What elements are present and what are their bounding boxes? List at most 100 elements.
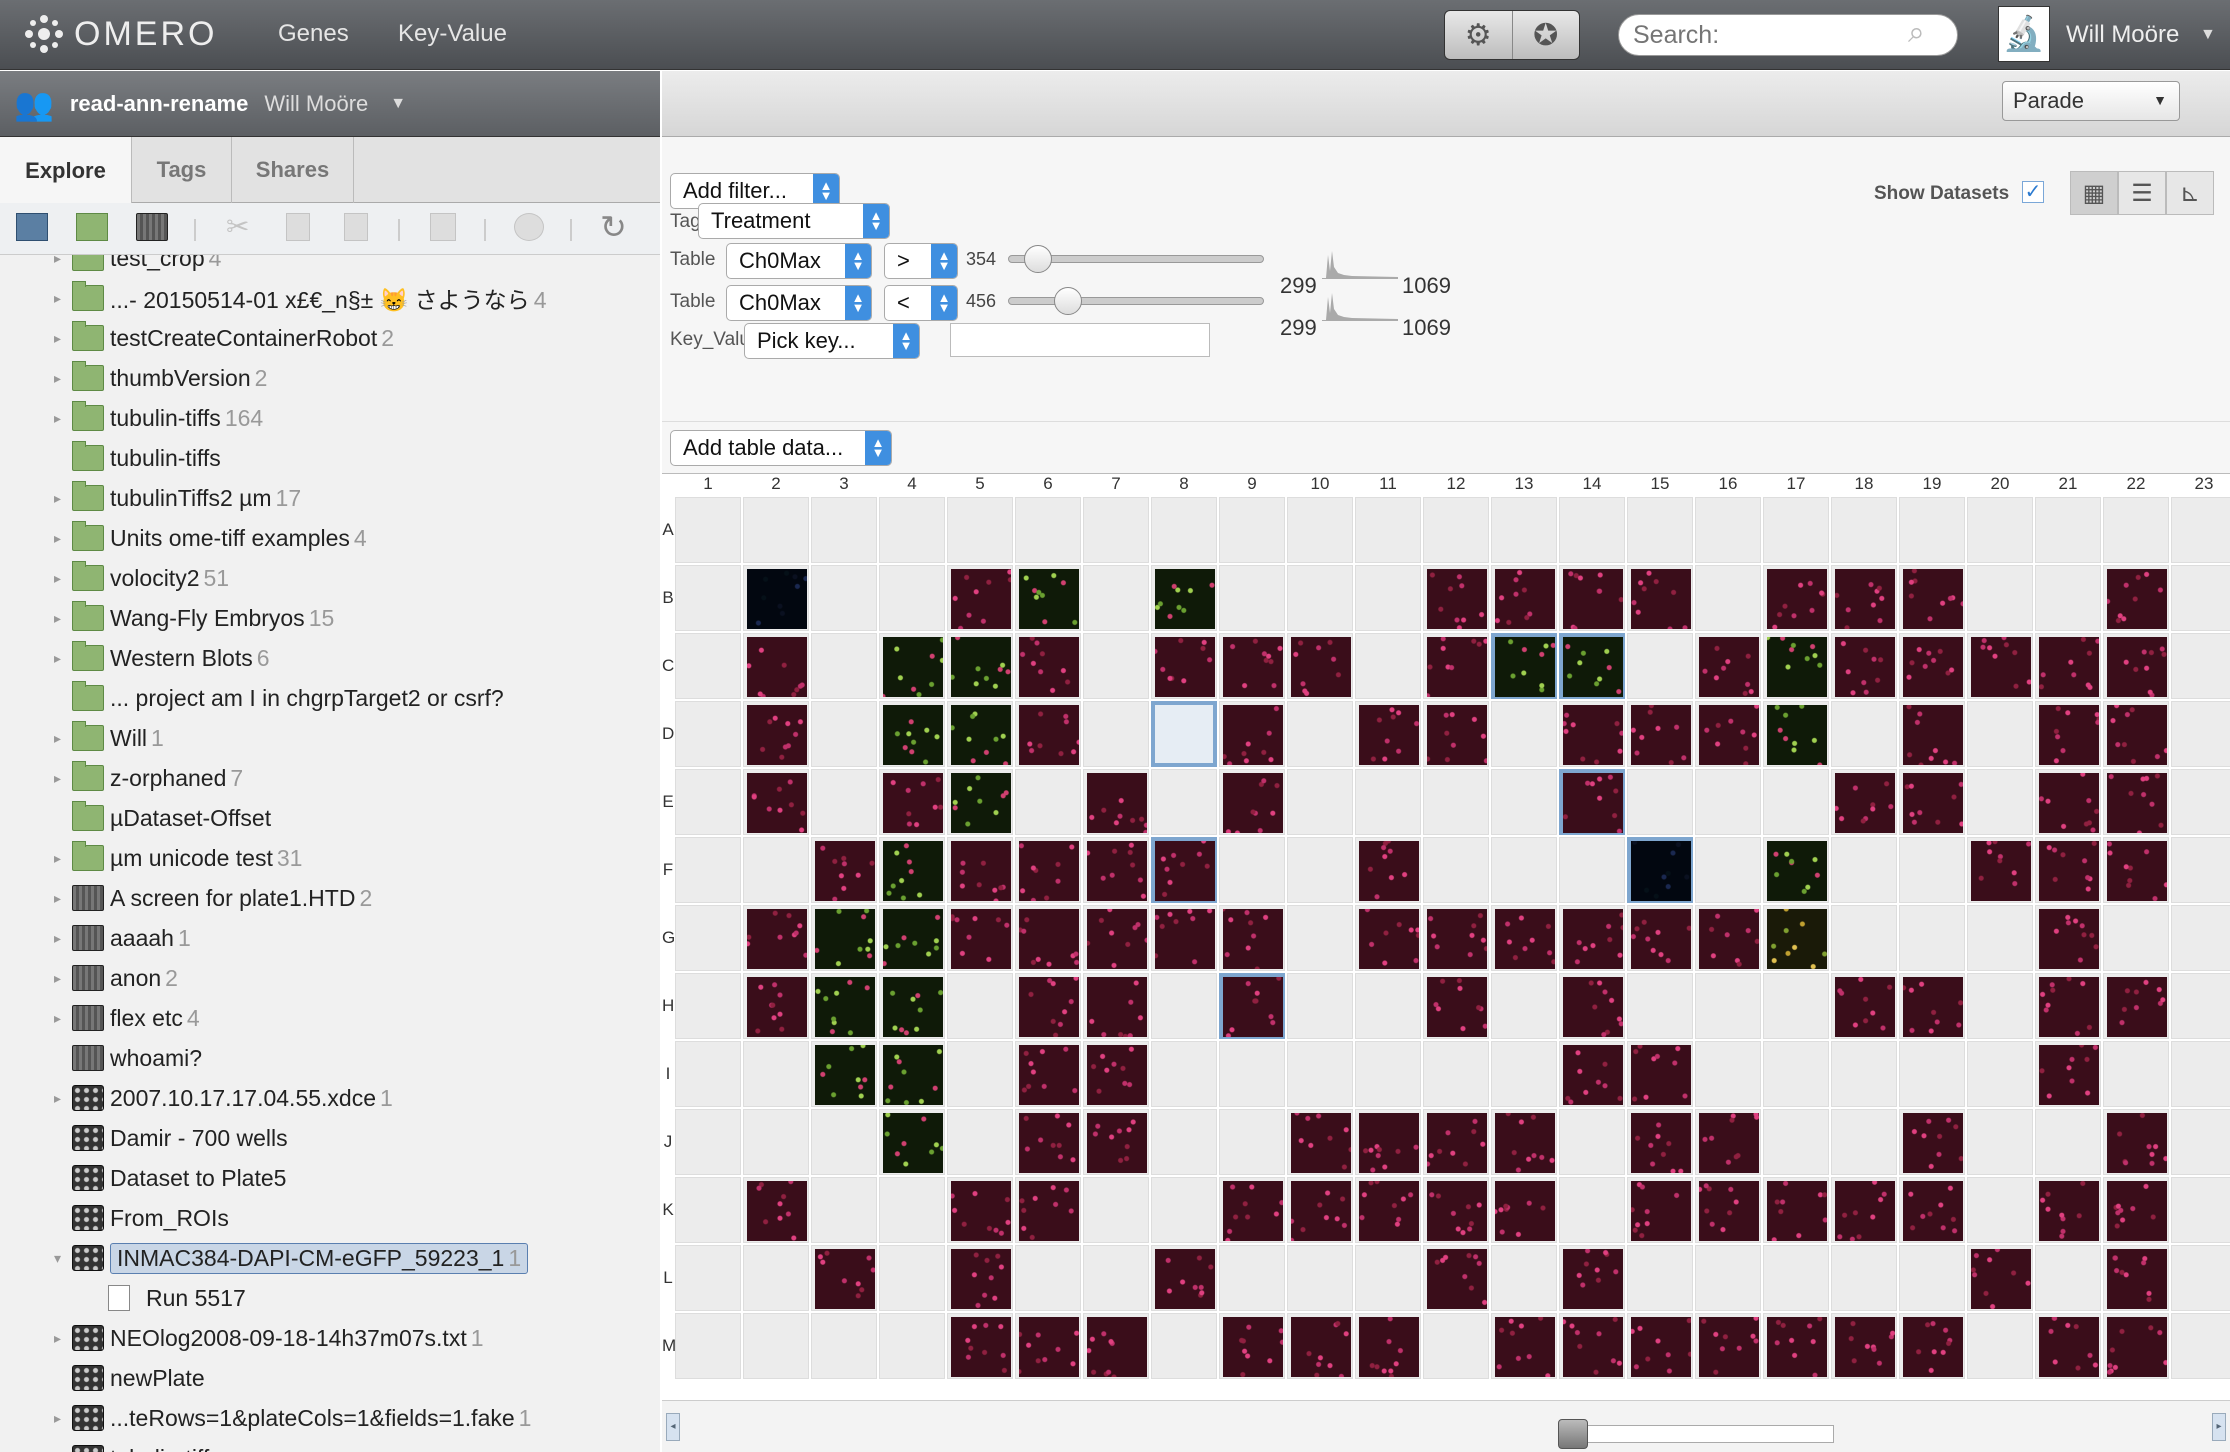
plate-well[interactable] (1219, 973, 1285, 1039)
plate-well[interactable] (1015, 1177, 1081, 1243)
plate-well[interactable] (1763, 1177, 1829, 1243)
plate-well[interactable] (743, 497, 809, 563)
tree-expand-icon[interactable]: ▸ (54, 890, 61, 907)
plate-well[interactable] (743, 701, 809, 767)
plate-well[interactable] (1899, 837, 1965, 903)
plate-well[interactable] (1355, 701, 1421, 767)
plate-well[interactable] (1151, 905, 1217, 971)
tree-item[interactable]: ▸ Units ome-tiff examples 4 (0, 521, 660, 555)
table-filter-1-column-select[interactable]: Ch0Max ▲ ▼ (726, 243, 872, 279)
plate-well[interactable] (1219, 565, 1285, 631)
public-globe-icon[interactable] (514, 213, 544, 241)
user-avatar-microscope-icon[interactable]: 🔬 (1998, 6, 2050, 62)
plate-well[interactable] (1763, 701, 1829, 767)
plate-well[interactable] (2103, 497, 2169, 563)
plate-well[interactable] (1491, 1041, 1557, 1107)
tree-expand-icon[interactable]: ▸ (54, 1330, 61, 1347)
plate-well[interactable] (675, 565, 741, 631)
plate-well[interactable] (2103, 565, 2169, 631)
plate-well[interactable] (1287, 1177, 1353, 1243)
plate-well[interactable] (1627, 973, 1693, 1039)
plate-well[interactable] (947, 973, 1013, 1039)
plate-well[interactable] (1627, 701, 1693, 767)
plate-well[interactable] (2103, 1313, 2169, 1379)
plate-well[interactable] (811, 1109, 877, 1175)
plate-well[interactable] (2171, 1109, 2230, 1175)
plate-well[interactable] (947, 701, 1013, 767)
plate-well[interactable] (947, 905, 1013, 971)
plate-well[interactable] (1831, 701, 1897, 767)
plate-well[interactable] (1015, 1041, 1081, 1107)
plate-well[interactable] (1831, 905, 1897, 971)
plate-well[interactable] (1015, 837, 1081, 903)
plate-well[interactable] (1219, 701, 1285, 767)
plate-well[interactable] (1287, 905, 1353, 971)
tree-item[interactable]: ▸ Wang-Fly Embryos 15 (0, 601, 660, 635)
plate-well[interactable] (1491, 973, 1557, 1039)
plate-well[interactable] (1695, 1245, 1761, 1311)
plate-well[interactable] (2035, 769, 2101, 835)
tree-expand-icon[interactable]: ▸ (54, 490, 61, 507)
plate-well[interactable] (1491, 1245, 1557, 1311)
plate-well[interactable] (1831, 1177, 1897, 1243)
plate-well[interactable] (675, 701, 741, 767)
plate-well[interactable] (1695, 1109, 1761, 1175)
plate-well[interactable] (1015, 1245, 1081, 1311)
plate-well[interactable] (1695, 497, 1761, 563)
plate-well[interactable] (1559, 837, 1625, 903)
plate-well[interactable] (1083, 769, 1149, 835)
plate-well[interactable] (1763, 769, 1829, 835)
plate-well[interactable] (1491, 633, 1557, 699)
tree-item[interactable]: Dataset to Plate5 (0, 1161, 660, 1195)
plate-well[interactable] (1559, 497, 1625, 563)
plate-well[interactable] (1831, 1245, 1897, 1311)
table-filter-2-slider[interactable] (1008, 297, 1264, 305)
plate-well[interactable] (2171, 1313, 2230, 1379)
tree-item[interactable]: newPlate (0, 1361, 660, 1395)
plate-well[interactable] (675, 1041, 741, 1107)
plate-well[interactable] (1763, 1041, 1829, 1107)
plate-well[interactable] (1899, 497, 1965, 563)
plate-well[interactable] (1763, 497, 1829, 563)
tree-expand-icon[interactable]: ▸ (54, 570, 61, 587)
new-project-folder-icon[interactable] (16, 213, 48, 241)
plate-well[interactable] (1967, 905, 2033, 971)
tree-item[interactable]: From_ROIs (0, 1201, 660, 1235)
plate-well[interactable] (947, 1313, 1013, 1379)
plate-well[interactable] (1355, 633, 1421, 699)
plate-well[interactable] (879, 633, 945, 699)
plate-well[interactable] (1287, 837, 1353, 903)
plate-well[interactable] (811, 497, 877, 563)
plate-well[interactable] (1219, 1313, 1285, 1379)
plate-well[interactable] (1763, 1313, 1829, 1379)
plate-well[interactable] (2035, 633, 2101, 699)
plate-well[interactable] (1967, 1109, 2033, 1175)
plate-well[interactable] (1015, 1313, 1081, 1379)
plate-well[interactable] (2103, 1245, 2169, 1311)
tree-item[interactable]: ▸ test_crop 4 (0, 255, 660, 275)
plate-well[interactable] (1559, 769, 1625, 835)
plate-well[interactable] (1491, 701, 1557, 767)
thumbnail-zoom-slider[interactable] (1562, 1425, 1834, 1443)
plate-well[interactable] (1559, 701, 1625, 767)
plate-well[interactable] (879, 905, 945, 971)
plate-well[interactable] (1967, 1313, 2033, 1379)
tree-item[interactable]: ▸ 2007.10.17.17.04.55.xdce 1 (0, 1081, 660, 1115)
plate-well[interactable] (811, 973, 877, 1039)
plate-well[interactable] (1831, 1313, 1897, 1379)
plate-well[interactable] (1219, 633, 1285, 699)
tree-item[interactable]: ▸ flex etc 4 (0, 1001, 660, 1035)
tree-item[interactable]: ▸ NEOlog2008-09-18-14h37m07s.txt 1 (0, 1321, 660, 1355)
plate-well[interactable] (1763, 837, 1829, 903)
plate-well[interactable] (1151, 1177, 1217, 1243)
tree-expand-icon[interactable]: ▸ (54, 290, 61, 307)
plate-well[interactable] (2171, 1177, 2230, 1243)
plate-well[interactable] (947, 1245, 1013, 1311)
activities-star-icon[interactable]: ✪ (1513, 11, 1580, 59)
plate-well[interactable] (1899, 1245, 1965, 1311)
plate-well[interactable] (675, 633, 741, 699)
plate-well[interactable] (1695, 769, 1761, 835)
plate-well[interactable] (743, 1041, 809, 1107)
plate-well[interactable] (1695, 633, 1761, 699)
plate-well[interactable] (743, 1313, 809, 1379)
